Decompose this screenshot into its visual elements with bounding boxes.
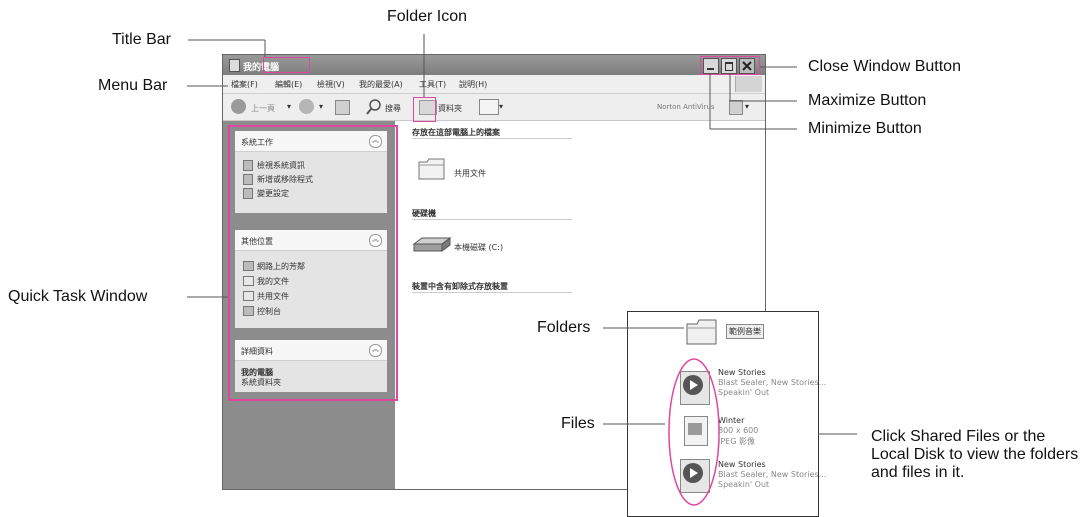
inset-file-1-name: New Stories: [718, 368, 766, 377]
inset-file-1-detail: Blast Sealer, New Stories...: [718, 378, 827, 387]
inset-folder-label: 範例音樂: [726, 324, 764, 339]
section-divider: [412, 138, 572, 139]
callout-folder-icon: Folder Icon: [387, 8, 468, 25]
windows-logo-icon: [735, 76, 762, 92]
shared-folder-icon[interactable]: [418, 157, 446, 181]
menu-bar: 檔案(F) 編輯(E) 檢視(V) 我的最愛(A) 工具(T) 說明(H): [223, 75, 765, 94]
inset-file-2-detail: 800 x 600: [718, 426, 759, 435]
back-button-label[interactable]: 上一頁: [251, 103, 275, 114]
forward-arrow-icon[interactable]: [299, 99, 314, 114]
callout-close-button: Close Window Button: [808, 58, 961, 75]
section-removable: 裝置中含有卸除式存放裝置: [412, 282, 508, 291]
callout-quick-task: Quick Task Window: [8, 288, 148, 305]
forward-dropdown-icon: ▾: [319, 102, 324, 111]
up-folder-icon[interactable]: [335, 100, 350, 115]
section-divider: [412, 219, 572, 220]
back-arrow-icon[interactable]: [231, 99, 246, 114]
menu-file[interactable]: 檔案(F): [231, 79, 258, 90]
inset-file-3-detail2: Speakin' Out: [718, 480, 770, 489]
norton-dropdown-icon: ▾: [745, 102, 750, 111]
title-bar-highlight: [263, 57, 310, 73]
menu-help[interactable]: 說明(H): [459, 79, 487, 90]
menu-edit[interactable]: 編輯(E): [275, 79, 302, 90]
folder-icon-highlight: [413, 97, 436, 122]
window-buttons-highlight: [700, 56, 760, 75]
views-icon[interactable]: [479, 99, 499, 115]
folders-button-label[interactable]: 資料夾: [438, 103, 462, 114]
quick-task-highlight: [228, 125, 398, 401]
callout-files: Files: [561, 415, 595, 432]
views-dropdown-icon: ▾: [499, 102, 504, 111]
inset-file-2-detail2: JPEG 影像: [718, 437, 755, 446]
shared-documents-label[interactable]: 共用文件: [454, 168, 486, 179]
files-highlight-ellipse: [668, 358, 720, 506]
search-icon[interactable]: [365, 98, 383, 116]
section-hard-drives: 硬碟機: [412, 209, 436, 218]
inset-file-1-detail2: Speakin' Out: [718, 388, 770, 397]
menu-view[interactable]: 檢視(V): [317, 79, 345, 90]
callout-folders: Folders: [537, 319, 591, 336]
norton-antivirus-label[interactable]: Norton AntiVirus: [657, 103, 715, 111]
callout-menu-bar: Menu Bar: [98, 77, 168, 94]
search-button-label[interactable]: 搜尋: [385, 103, 401, 114]
section-stored-files: 存放在這部電腦上的檔案: [412, 128, 500, 137]
computer-icon: [229, 59, 240, 72]
callout-click-shared: Click Shared Files or the Local Disk to …: [871, 428, 1079, 481]
toolbar: 上一頁 ▾ ▾ 搜尋 資料夾 ▾ Norton AntiVirus ▾: [223, 94, 765, 121]
local-disk-label[interactable]: 本機磁碟 (C:): [454, 242, 503, 253]
hard-disk-icon[interactable]: [412, 236, 452, 254]
menu-favorites[interactable]: 我的最愛(A): [359, 79, 403, 90]
callout-maximize-button: Maximize Button: [808, 92, 927, 109]
section-divider: [412, 292, 572, 293]
callout-minimize-button: Minimize Button: [808, 120, 922, 137]
menu-tools[interactable]: 工具(T): [419, 79, 446, 90]
norton-icon[interactable]: [729, 100, 743, 115]
callout-title-bar: Title Bar: [112, 31, 171, 48]
inset-file-3-name: New Stories: [718, 460, 766, 469]
folder-icon: [686, 319, 717, 345]
back-dropdown-icon: ▾: [287, 102, 292, 111]
inset-file-3-detail: Blast Sealer, New Stories...: [718, 470, 827, 479]
inset-panel: 範例音樂 New Stories Blast Sealer, New Stori…: [627, 311, 826, 517]
